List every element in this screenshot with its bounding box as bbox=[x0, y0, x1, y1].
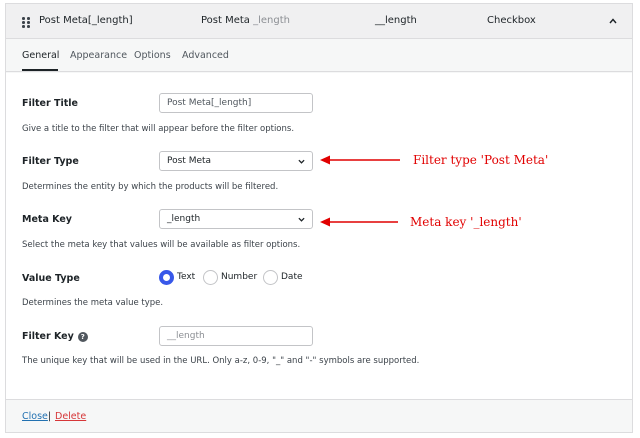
annotation-filter-type: Filter type 'Post Meta' bbox=[413, 153, 549, 167]
radio-label-number: Number bbox=[221, 272, 258, 282]
filter-type-description: Determines the entity by which the produ… bbox=[22, 182, 279, 192]
meta-key-description: Select the meta key that values will be … bbox=[22, 240, 301, 250]
close-link[interactable]: Close bbox=[22, 411, 48, 422]
panel-footer: Close | Delete bbox=[6, 401, 632, 432]
filter-title-description: Give a title to the filter that will app… bbox=[22, 124, 295, 134]
radio-checked-icon bbox=[159, 270, 174, 285]
header-title: Post Meta[_length] bbox=[39, 15, 133, 26]
header-source-muted: _length bbox=[253, 15, 290, 26]
settings-tabs: General Appearance Options Advanced bbox=[6, 40, 632, 72]
tab-appearance[interactable]: Appearance bbox=[70, 50, 127, 61]
value-type-description: Determines the meta value type. bbox=[22, 298, 164, 308]
footer-separator: | bbox=[48, 411, 52, 422]
filter-type-value: Post Meta bbox=[167, 156, 212, 166]
general-settings: Filter Title Post Meta[_length] Give a t… bbox=[6, 73, 632, 400]
radio-unchecked-icon bbox=[263, 270, 278, 285]
drag-handle-icon[interactable] bbox=[22, 17, 30, 28]
delete-link[interactable]: Delete bbox=[55, 411, 86, 422]
radio-label-text: Text bbox=[177, 272, 196, 282]
radio-unchecked-icon bbox=[203, 270, 218, 285]
filter-key-description: The unique key that will be used in the … bbox=[22, 356, 420, 366]
help-icon[interactable]: ? bbox=[77, 332, 88, 342]
chevron-up-icon[interactable] bbox=[608, 16, 618, 26]
tab-general[interactable]: General bbox=[22, 50, 59, 61]
header-source-main: Post Meta bbox=[201, 15, 250, 26]
filter-key-input[interactable]: __length bbox=[159, 326, 313, 346]
value-type-label: Value Type bbox=[22, 273, 80, 284]
header-source: Post Meta _length bbox=[201, 15, 290, 26]
radio-label-date: Date bbox=[281, 272, 303, 282]
chevron-down-icon bbox=[298, 217, 305, 222]
meta-key-select[interactable]: _length bbox=[159, 209, 313, 229]
arrow-left-icon bbox=[320, 155, 400, 165]
chevron-down-icon bbox=[298, 159, 305, 164]
filter-type-select[interactable]: Post Meta bbox=[159, 151, 313, 171]
filter-type-label: Filter Type bbox=[22, 156, 79, 167]
header-meta-key: __length bbox=[375, 15, 417, 26]
meta-key-label: Meta Key bbox=[22, 214, 72, 225]
filter-title-label: Filter Title bbox=[22, 98, 78, 109]
tab-options[interactable]: Options bbox=[134, 50, 171, 61]
filter-header[interactable]: Post Meta[_length] Post Meta _length __l… bbox=[6, 4, 632, 39]
filter-key-label: Filter Key? bbox=[22, 331, 88, 342]
filter-panel: Post Meta[_length] Post Meta _length __l… bbox=[5, 3, 633, 433]
meta-key-value: _length bbox=[167, 214, 201, 224]
tab-advanced[interactable]: Advanced bbox=[182, 50, 229, 61]
header-type: Checkbox bbox=[487, 15, 536, 26]
filter-key-label-text: Filter Key bbox=[22, 331, 74, 342]
active-tab-indicator bbox=[22, 69, 58, 71]
annotation-meta-key: Meta key '_length' bbox=[410, 215, 522, 229]
arrow-left-icon bbox=[320, 217, 398, 227]
filter-title-input[interactable]: Post Meta[_length] bbox=[159, 93, 313, 113]
